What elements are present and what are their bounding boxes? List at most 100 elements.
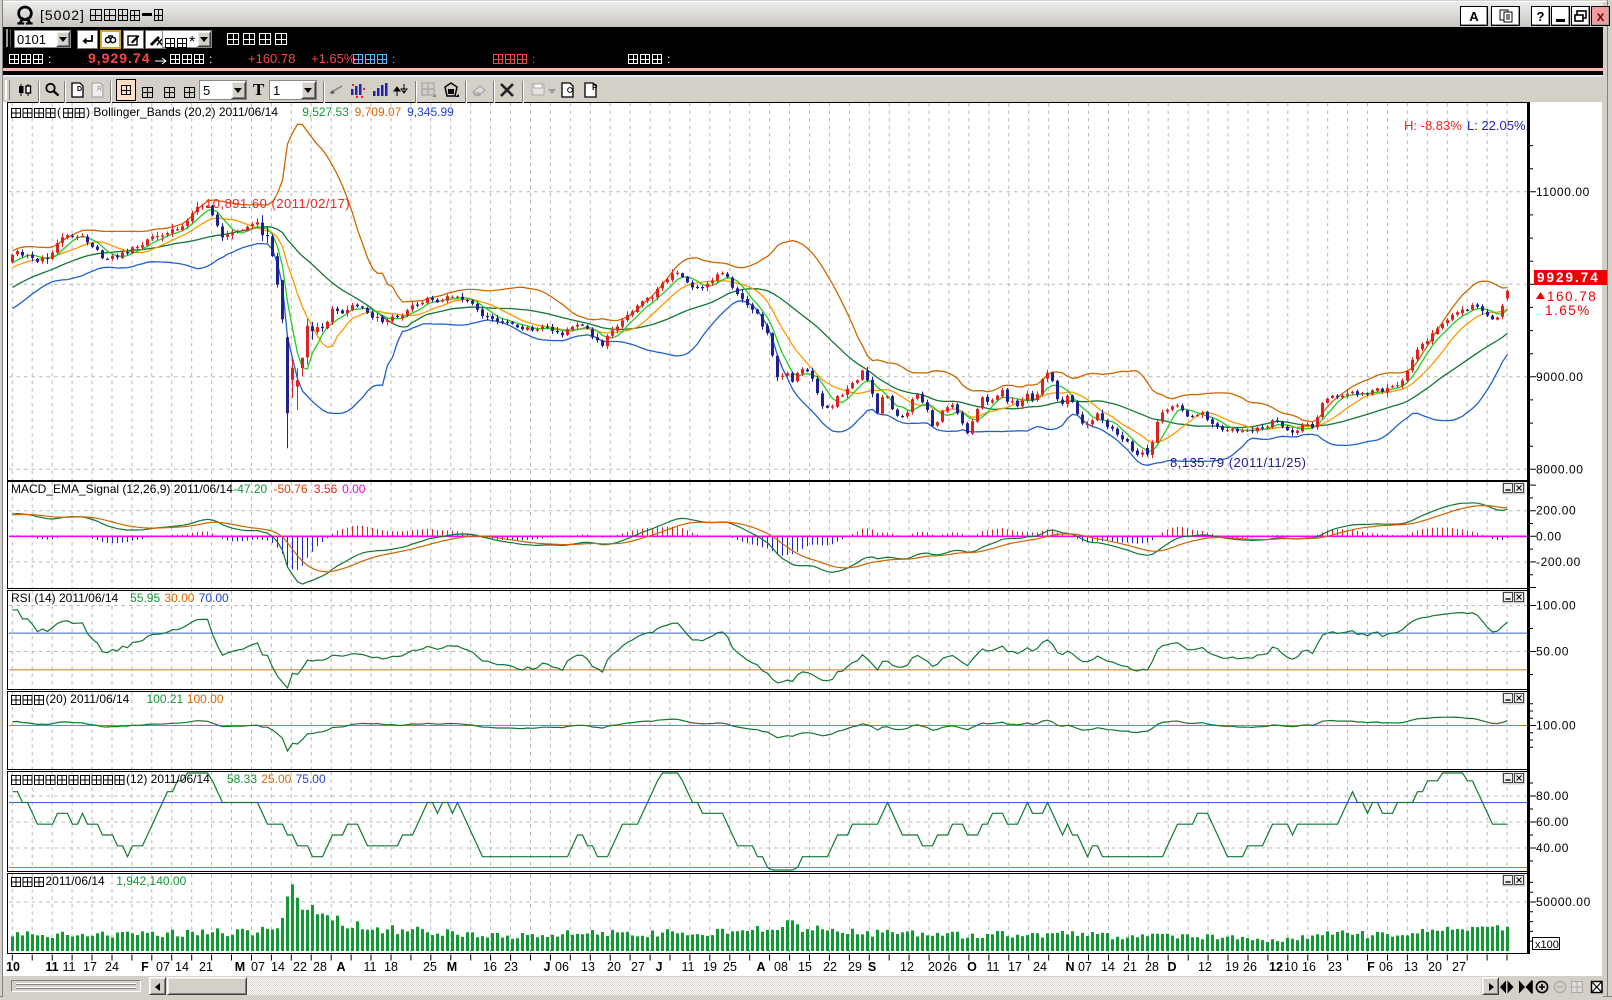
- svg-text:1.65%: 1.65%: [1545, 303, 1591, 318]
- svg-text:80.00: 80.00: [1536, 789, 1569, 803]
- svg-text:27: 27: [631, 960, 645, 974]
- svg-text:D: D: [77, 86, 82, 93]
- svg-text:11: 11: [45, 960, 58, 974]
- svg-text:22: 22: [293, 960, 307, 974]
- svg-text:10: 10: [1284, 960, 1298, 974]
- svg-text:D: D: [1167, 960, 1176, 974]
- svg-text:24: 24: [105, 960, 119, 974]
- svg-text:RSI (14) 2011/06/14: RSI (14) 2011/06/14: [11, 591, 119, 605]
- svg-text:H: -8.83%: H: -8.83%: [1404, 118, 1462, 133]
- svg-text:70.00: 70.00: [199, 591, 229, 605]
- svg-text:17: 17: [83, 960, 97, 974]
- svg-text:F: F: [141, 960, 149, 974]
- svg-text:10: 10: [6, 960, 20, 974]
- svg-text:20: 20: [607, 960, 621, 974]
- svg-text:25: 25: [423, 960, 437, 974]
- svg-text:14: 14: [1101, 960, 1115, 974]
- svg-text:14: 14: [175, 960, 189, 974]
- svg-text:M: M: [447, 960, 457, 974]
- svg-text:18: 18: [384, 960, 398, 974]
- svg-text:A: A: [336, 960, 345, 974]
- svg-text:58.33: 58.33: [227, 772, 257, 786]
- svg-text:9,345.99: 9,345.99: [407, 105, 454, 119]
- svg-text:8,135.79 (2011/11/25): 8,135.79 (2011/11/25): [1170, 455, 1307, 470]
- svg-text:07: 07: [156, 960, 170, 974]
- svg-text:19: 19: [703, 960, 717, 974]
- svg-text:11: 11: [63, 960, 76, 974]
- svg-text:11: 11: [682, 960, 695, 974]
- svg-text:12: 12: [900, 960, 914, 974]
- svg-text:55.95: 55.95: [130, 591, 160, 605]
- svg-text:28: 28: [313, 960, 327, 974]
- svg-text:28: 28: [1145, 960, 1159, 974]
- svg-text:160.78: 160.78: [1547, 289, 1597, 304]
- svg-text:J: J: [656, 960, 663, 974]
- svg-text:1,942,140.00: 1,942,140.00: [116, 874, 186, 888]
- svg-text:08: 08: [774, 960, 788, 974]
- svg-text:R: R: [97, 86, 102, 93]
- svg-text:21: 21: [1123, 960, 1137, 974]
- svg-text:A: A: [756, 960, 765, 974]
- svg-text:24: 24: [1033, 960, 1047, 974]
- svg-text:) Bollinger_Bands (20,2) 2011/: ) Bollinger_Bands (20,2) 2011/06/14: [86, 105, 278, 119]
- svg-text:06: 06: [555, 960, 569, 974]
- svg-text:21: 21: [199, 960, 213, 974]
- svg-text:17: 17: [1008, 960, 1022, 974]
- svg-text:100.21: 100.21: [147, 692, 184, 706]
- svg-text:9,709.07: 9,709.07: [355, 105, 402, 119]
- svg-text:L: 22.05%: L: 22.05%: [1467, 118, 1526, 133]
- svg-text:40.00: 40.00: [1536, 841, 1569, 855]
- svg-text:0.00: 0.00: [1536, 529, 1562, 543]
- svg-text:30.00: 30.00: [164, 591, 194, 605]
- svg-text:9000.00: 9000.00: [1536, 370, 1584, 384]
- svg-text:(: (: [57, 105, 61, 119]
- svg-text:O: O: [967, 960, 977, 974]
- svg-text:23: 23: [504, 960, 518, 974]
- svg-text:25.00: 25.00: [261, 772, 291, 786]
- svg-text:15: 15: [798, 960, 812, 974]
- svg-text:N: N: [1065, 960, 1074, 974]
- svg-text:9,527.53: 9,527.53: [302, 105, 349, 119]
- svg-text:75.00: 75.00: [296, 772, 326, 786]
- svg-text:13: 13: [581, 960, 595, 974]
- svg-text:-50.76: -50.76: [274, 482, 308, 496]
- svg-text:22: 22: [823, 960, 837, 974]
- svg-text:M: M: [235, 960, 245, 974]
- svg-text:100.00: 100.00: [1536, 719, 1576, 733]
- svg-text:06: 06: [1379, 960, 1393, 974]
- svg-text:MACD_EMA_Signal (12,26,9) 2011: MACD_EMA_Signal (12,26,9) 2011/06/14: [11, 482, 233, 496]
- svg-text:(20) 2011/06/14: (20) 2011/06/14: [46, 692, 130, 706]
- svg-text:10,891.60 (2011/02/17): 10,891.60 (2011/02/17): [205, 196, 350, 211]
- svg-text:20: 20: [928, 960, 942, 974]
- svg-text:11000.00: 11000.00: [1536, 185, 1590, 199]
- svg-text:23: 23: [1328, 960, 1342, 974]
- svg-text:J: J: [544, 960, 551, 974]
- svg-text:19: 19: [1225, 960, 1239, 974]
- svg-text:11: 11: [364, 960, 377, 974]
- svg-text:50.00: 50.00: [1536, 645, 1569, 659]
- svg-text:-47.20: -47.20: [233, 482, 267, 496]
- svg-text:2011/06/14: 2011/06/14: [46, 874, 105, 888]
- svg-text:(12) 2011/06/14: (12) 2011/06/14: [126, 772, 210, 786]
- svg-text:9929.74: 9929.74: [1537, 270, 1600, 285]
- svg-text:07: 07: [1078, 960, 1092, 974]
- svg-text:-200.00: -200.00: [1536, 555, 1581, 569]
- svg-text:25: 25: [723, 960, 737, 974]
- svg-text:16: 16: [1302, 960, 1316, 974]
- svg-text:0.00: 0.00: [342, 482, 366, 496]
- svg-text:26: 26: [1243, 960, 1257, 974]
- svg-text:50000.00: 50000.00: [1536, 895, 1591, 909]
- svg-text:S: S: [868, 960, 876, 974]
- svg-text:14: 14: [271, 960, 285, 974]
- svg-text:20: 20: [1428, 960, 1442, 974]
- svg-text:3.56: 3.56: [314, 482, 338, 496]
- svg-text:29: 29: [848, 960, 862, 974]
- svg-text:11: 11: [987, 960, 1000, 974]
- svg-text:27: 27: [1452, 960, 1466, 974]
- svg-text:07: 07: [251, 960, 265, 974]
- svg-text:26: 26: [943, 960, 957, 974]
- svg-text:P: P: [592, 83, 598, 92]
- svg-text:100.00: 100.00: [1536, 599, 1576, 613]
- svg-text:200.00: 200.00: [1536, 504, 1576, 518]
- svg-text:12: 12: [1269, 960, 1283, 974]
